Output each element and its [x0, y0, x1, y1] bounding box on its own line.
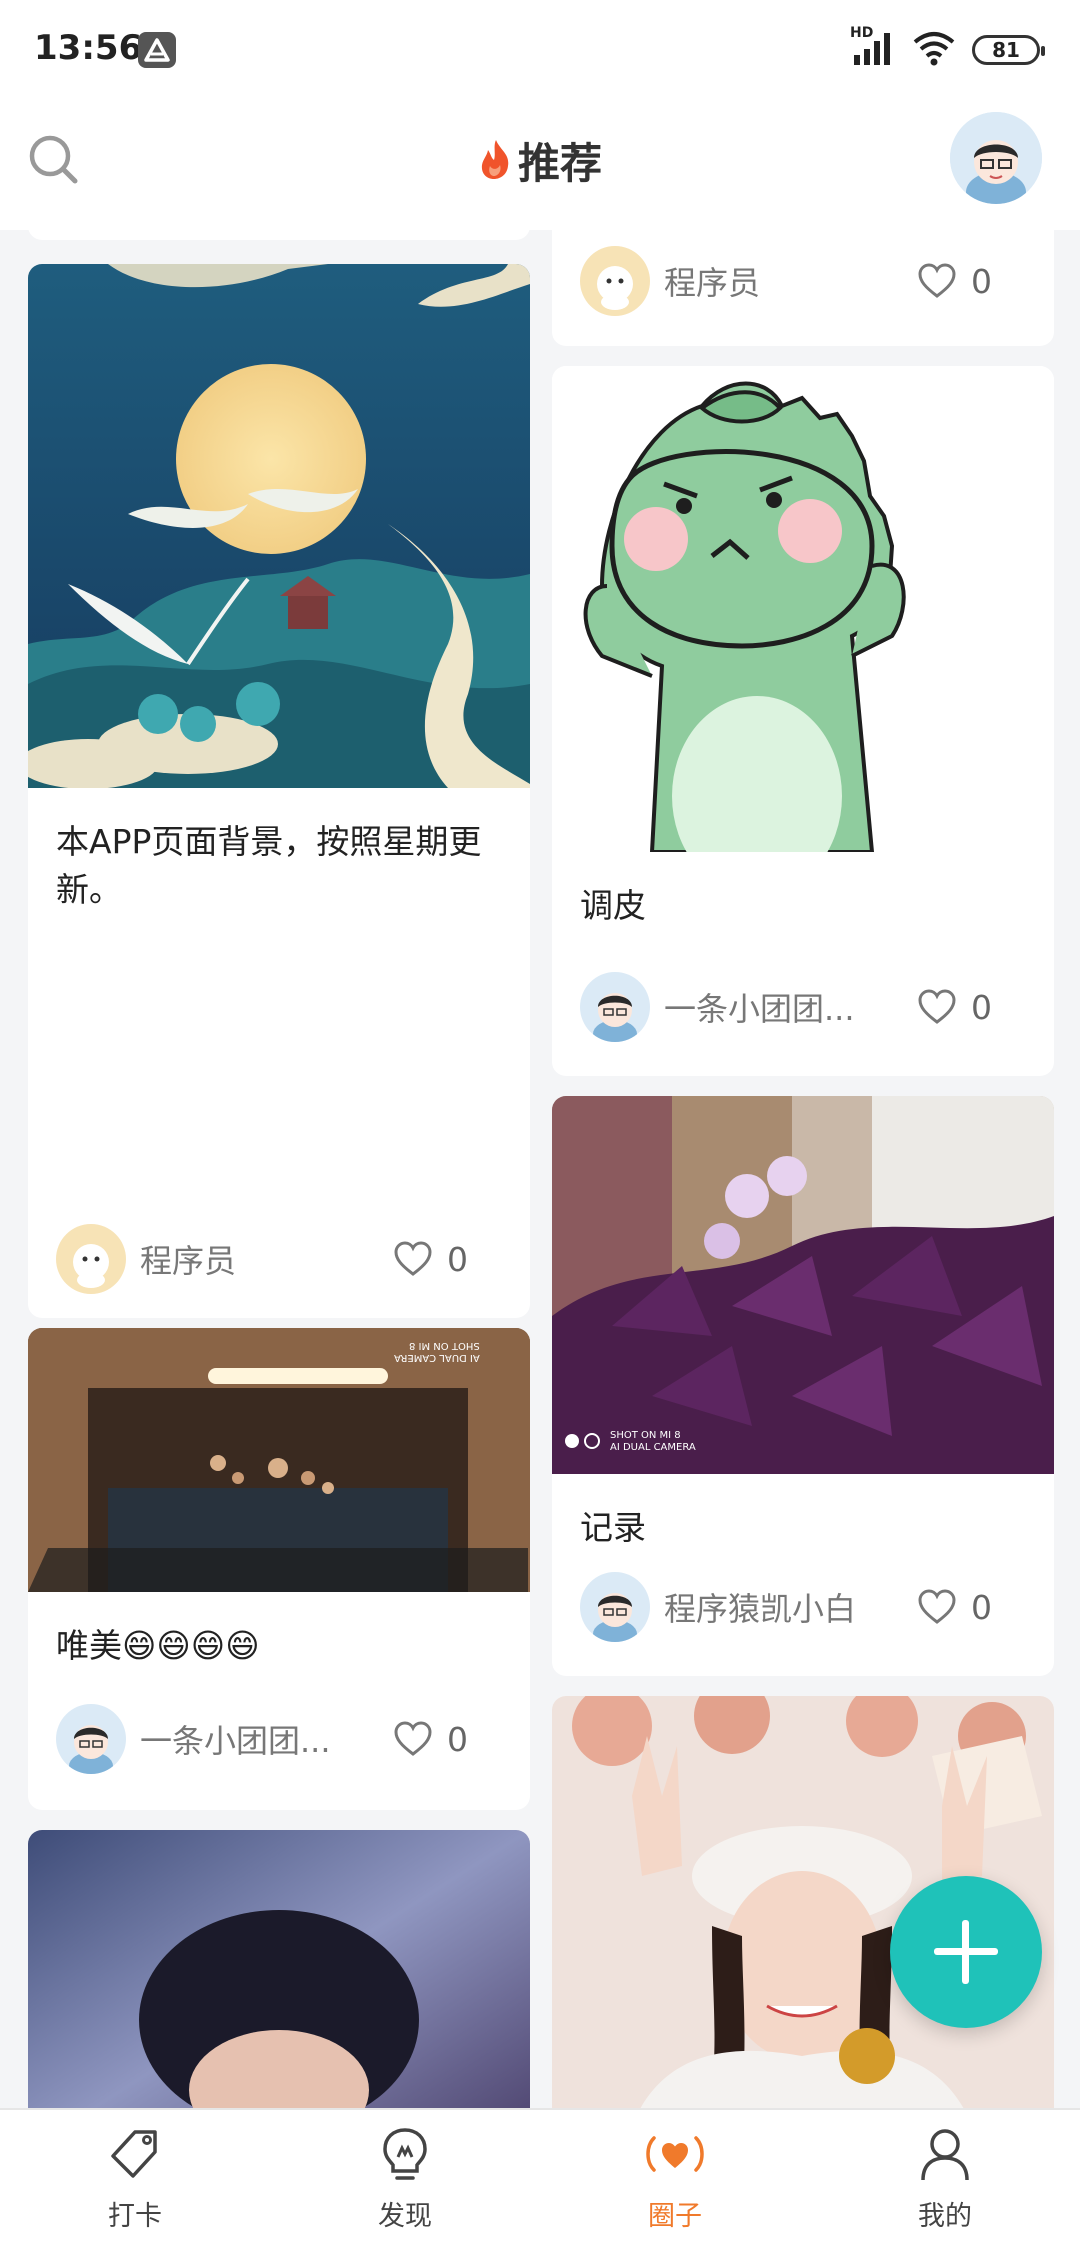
nav-item-checkin[interactable]: 打卡: [0, 2110, 270, 2248]
tag-icon: [105, 2124, 165, 2188]
nav-label: 发现: [378, 2201, 432, 2232]
heart-icon: [394, 1721, 432, 1756]
nav-item-circle[interactable]: 圈子: [540, 2110, 810, 2248]
post-card[interactable]: [28, 230, 530, 240]
like-count: 0: [447, 1719, 468, 1759]
like-button[interactable]: 0: [393, 1720, 468, 1759]
photo-watermark: SHOT ON MI 8: [610, 1430, 681, 1441]
post-caption: 本APP页面背景，按照星期更新。: [56, 822, 482, 909]
page-title: 推荐: [517, 139, 602, 188]
signal-icon: HD: [850, 25, 896, 71]
post-card[interactable]: SHOT ON MI 8 AI DUAL CAMERA 唯美😄😄😄😄 一条小团团…: [28, 1328, 530, 1810]
purple-oxalis-photo: SHOT ON MI 8 AI DUAL CAMERA: [552, 1096, 1054, 1474]
bottom-nav: 打卡 发现 圈子 我的: [0, 2108, 1080, 2248]
post-card[interactable]: 调皮 一条小团团... 0: [552, 366, 1054, 1076]
post-caption: 唯美😄😄😄😄: [56, 1626, 260, 1665]
author-name[interactable]: 程序员: [664, 258, 917, 304]
user-avatar[interactable]: [950, 112, 1042, 204]
flame-icon: [478, 138, 514, 184]
top-header: 推荐: [0, 100, 1080, 230]
post-card[interactable]: [28, 1830, 530, 2108]
feed-waterfall[interactable]: 本APP页面背景，按照星期更新。 程序员 0 SHOT ON MI 8 AI D…: [0, 230, 1080, 2108]
post-meta: 一条小团团... 0: [580, 972, 1026, 1042]
nav-label: 我的: [918, 2201, 972, 2232]
status-icons: HD 81: [850, 25, 1045, 72]
post-meta: 程序猿凯小白 0: [580, 1572, 1026, 1642]
network-label: HD: [850, 25, 874, 41]
author-name[interactable]: 一条小团团...: [664, 984, 917, 1030]
status-time: 13:56: [34, 28, 143, 68]
post-meta: 程序员 0: [56, 1224, 502, 1294]
nav-item-me[interactable]: 我的: [810, 2110, 1080, 2248]
battery-indicator: 81: [972, 35, 1045, 65]
author-name[interactable]: 程序猿凯小白: [664, 1584, 917, 1630]
post-caption: 调皮: [580, 886, 646, 925]
like-button[interactable]: 0: [917, 988, 992, 1027]
like-count: 0: [971, 987, 992, 1027]
like-count: 0: [971, 261, 992, 301]
heart-icon: [918, 1589, 956, 1624]
author-avatar[interactable]: [580, 972, 650, 1042]
nav-item-discover[interactable]: 发现: [270, 2110, 540, 2248]
post-meta: 程序员 0: [580, 246, 1026, 316]
moon-crane-illustration: [28, 264, 530, 788]
heart-signal-icon: [640, 2124, 710, 2188]
author-avatar[interactable]: [580, 246, 650, 316]
heart-icon: [918, 263, 956, 298]
wifi-icon: [912, 30, 956, 70]
author-name[interactable]: 程序员: [140, 1236, 393, 1282]
heart-icon: [918, 989, 956, 1024]
status-bar: 13:56 HD 81: [0, 0, 1080, 100]
add-post-button[interactable]: [890, 1876, 1042, 2028]
like-button[interactable]: 0: [917, 262, 992, 301]
person-icon: [915, 2124, 975, 2188]
author-name[interactable]: 一条小团团...: [140, 1716, 393, 1762]
like-button[interactable]: 0: [393, 1240, 468, 1279]
photo-watermark: SHOT ON MI 8: [409, 1340, 480, 1351]
page-title-group: 推荐: [0, 130, 1080, 191]
nav-label: 打卡: [108, 2201, 162, 2232]
blurred-portrait-photo: [28, 1830, 530, 2108]
lightbulb-icon: [375, 2124, 435, 2188]
author-avatar[interactable]: [56, 1704, 126, 1774]
photo-watermark: AI DUAL CAMERA: [394, 1352, 480, 1363]
photo-watermark: AI DUAL CAMERA: [610, 1442, 696, 1453]
like-count: 0: [971, 1587, 992, 1627]
post-card[interactable]: SHOT ON MI 8 AI DUAL CAMERA 记录 程序猿凯小白 0: [552, 1096, 1054, 1676]
app-notification-icon: [138, 32, 176, 68]
heart-icon: [394, 1241, 432, 1276]
post-caption: 记录: [580, 1508, 646, 1547]
cabinet-water-drops-photo: SHOT ON MI 8 AI DUAL CAMERA: [28, 1328, 530, 1592]
author-avatar[interactable]: [580, 1572, 650, 1642]
green-dinosaur-sticker: [552, 366, 1054, 852]
like-count: 0: [447, 1239, 468, 1279]
like-button[interactable]: 0: [917, 1588, 992, 1627]
nav-label: 圈子: [648, 2201, 702, 2232]
post-card[interactable]: 程序员 0: [552, 230, 1054, 346]
post-meta: 一条小团团... 0: [56, 1704, 502, 1774]
post-card[interactable]: 本APP页面背景，按照星期更新。 程序员 0: [28, 264, 530, 1318]
author-avatar[interactable]: [56, 1224, 126, 1294]
